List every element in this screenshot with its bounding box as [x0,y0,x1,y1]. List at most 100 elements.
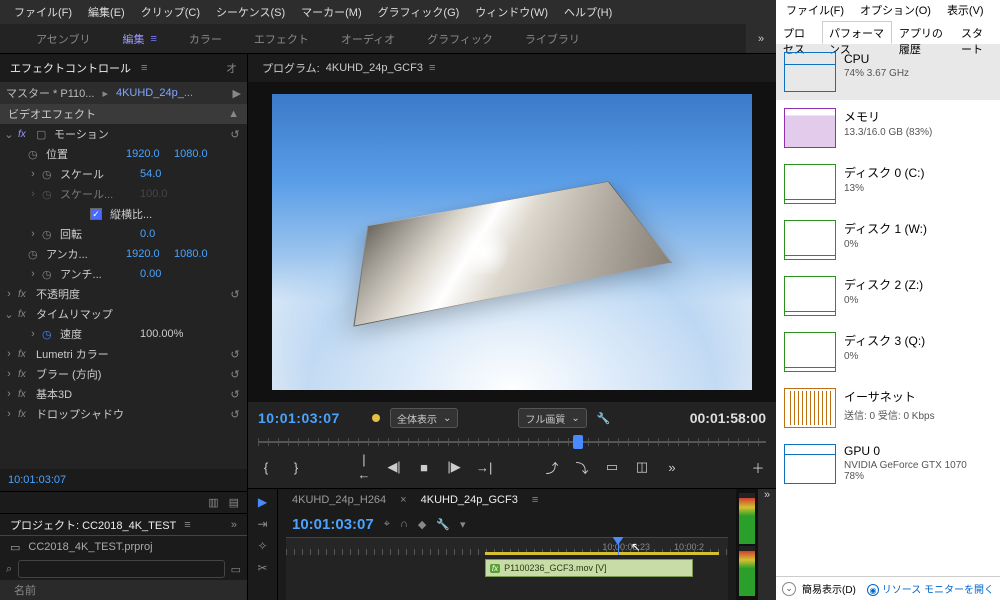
perf-item-disk[interactable]: ディスク 3 (Q:)0% [776,324,1000,380]
program-current-timecode[interactable]: 10:01:03:07 [258,410,362,426]
checkbox-icon[interactable]: ✓ [90,208,102,220]
button-editor-icon[interactable]: ＋ [750,458,766,477]
step-forward-icon[interactable]: |▶ [446,459,462,475]
tm-menu-file[interactable]: ファイル(F) [778,2,852,18]
stopwatch-icon[interactable]: ◷ [28,248,42,261]
workspace-tab-assembly[interactable]: アセンブリ [20,24,106,53]
selection-tool-icon[interactable]: ▶ [258,495,267,509]
panel-menu-icon[interactable]: ≡ [184,519,190,531]
program-monitor-view[interactable] [248,82,776,402]
menu-graphic[interactable]: グラフィック(G) [370,4,468,20]
stopwatch-icon[interactable]: ◷ [42,328,56,341]
track-select-tool-icon[interactable]: ⇥ [257,517,267,531]
tm-menu-view[interactable]: 表示(V) [939,2,992,18]
timeline-clip[interactable]: fxP1100236_GCF3.mov [V] [485,559,693,577]
prop-scale[interactable]: ›◷スケール54.0 [0,164,247,184]
perf-item-mem[interactable]: メモリ13.3/16.0 GB (83%) [776,100,1000,156]
column-header-name[interactable]: 名前 [0,580,247,600]
effect-blur[interactable]: ›fxブラー (方向)↺ [0,364,247,384]
reset-icon[interactable]: ↺ [227,368,243,381]
toggle-view-icon[interactable]: ▤ [229,496,239,509]
prop-anchor[interactable]: ◷アンカ...1920.01080.0 [0,244,247,264]
workspace-tab-edit[interactable]: 編集≡ [106,24,172,53]
workspace-tab-effects[interactable]: エフェクト [238,24,325,53]
perf-item-disk[interactable]: ディスク 1 (W:)0% [776,212,1000,268]
snap-icon[interactable]: ⌖ [384,518,390,531]
mark-in-icon[interactable]: { [258,460,274,475]
tab-performance[interactable]: パフォーマンス [822,21,892,44]
prop-rotation[interactable]: ›◷回転0.0 [0,224,247,244]
reset-icon[interactable]: ↺ [227,128,243,141]
stopwatch-icon[interactable]: ◷ [42,268,56,281]
settings-icon[interactable]: 🔧 [597,412,611,425]
marker-icon[interactable]: ◆ [418,518,426,531]
timeline-timecode[interactable]: 10:01:03:07 [292,516,374,533]
prop-position[interactable]: ◷位置1920.01080.0 [0,144,247,164]
linked-selection-icon[interactable]: ∩ [400,518,408,531]
master-clip-label[interactable]: マスター * P110... [6,85,94,101]
timeline-toggle-icon[interactable]: ▶ [233,87,241,100]
project-file-row[interactable]: ▭ CC2018_4K_TEST.prproj [0,536,247,558]
quality-select[interactable]: フル画質⌄ [518,408,586,428]
ripple-tool-icon[interactable]: ✧ [257,539,267,553]
tab-app-history[interactable]: アプリの履歴 [892,21,954,44]
panel-menu-icon[interactable]: ≡ [141,62,147,74]
toggle-view-icon[interactable]: ▥ [208,496,218,509]
reset-icon[interactable]: ↺ [227,348,243,361]
effect-basic3d[interactable]: ›fx基本3D↺ [0,384,247,404]
menu-help[interactable]: ヘルプ(H) [556,4,620,20]
go-to-in-icon[interactable]: |← [356,452,372,482]
overflow-icon[interactable]: » [231,519,237,531]
effect-timeremap[interactable]: ⌄fxタイムリマップ [0,304,247,324]
settings-icon[interactable]: ▾ [460,518,466,531]
overflow-icon[interactable]: » [664,460,680,475]
playhead-handle[interactable] [573,435,583,449]
program-scrubber[interactable] [258,434,766,450]
tab-processes[interactable]: プロセス [776,21,822,44]
go-to-out-icon[interactable]: →| [476,460,492,475]
bin-icon[interactable]: ▭ [231,563,241,576]
reset-icon[interactable]: ↺ [227,388,243,401]
effect-lumetri[interactable]: ›fxLumetri カラー↺ [0,344,247,364]
collapse-icon[interactable]: ⌄ [782,582,796,596]
effect-controls-timecode[interactable]: 10:01:03:07 [0,469,247,491]
mark-out-icon[interactable]: } [288,460,304,475]
workspace-tab-color[interactable]: カラー [173,24,238,53]
effect-opacity[interactable]: ›fx不透明度↺ [0,284,247,304]
project-panel-tab[interactable]: プロジェクト: CC2018_4K_TEST≡ » [0,514,247,536]
sequence-tab[interactable]: 4KUHD_24p_H264 [292,494,386,506]
reset-icon[interactable]: ↺ [227,288,243,301]
sequence-tab[interactable]: 4KUHD_24p_GCF3 [421,494,518,506]
workspace-tab-graphics[interactable]: グラフィック [411,24,509,53]
timeline-ruler[interactable]: 10:00:08:23 ↖ 10:00:2 [286,537,728,555]
audio-meters[interactable] [736,489,758,600]
stopwatch-icon[interactable]: ◷ [28,148,42,161]
menu-sequence[interactable]: シーケンス(S) [208,4,293,20]
sequence-clip-label[interactable]: 4KUHD_24p_... [116,87,193,99]
close-tab-icon[interactable]: × [400,494,406,506]
export-frame-icon[interactable]: ▭ [604,459,620,475]
lift-icon[interactable]: ⤴ [544,458,560,477]
zoom-select[interactable]: 全体表示⌄ [390,408,458,428]
timeline-overflow-button[interactable]: » [758,489,776,600]
play-icon[interactable]: ■ [416,460,432,475]
panel-menu-icon[interactable]: ≡ [532,494,538,506]
panel-menu-icon[interactable]: ≡ [429,62,435,74]
effect-motion[interactable]: ⌄fx▢モーション↺ [0,124,247,144]
timeline-tracks[interactable]: fxP1100236_GCF3.mov [V] [286,555,728,600]
reset-icon[interactable]: ↺ [227,408,243,421]
prop-antiflicker[interactable]: ›◷アンチ...0.00 [0,264,247,284]
step-back-icon[interactable]: ◀| [386,459,402,475]
menu-edit[interactable]: 編集(E) [80,4,133,20]
program-monitor-tab[interactable]: プログラム: 4KUHD_24p_GCF3 ≡ [248,54,776,82]
extract-icon[interactable]: ⤵ [574,458,590,477]
stopwatch-icon[interactable]: ◷ [42,168,56,181]
fewer-details-button[interactable]: 簡易表示(D) [802,581,856,596]
menu-window[interactable]: ウィンドウ(W) [467,4,556,20]
timeline-playhead[interactable] [618,538,619,555]
dropped-frames-icon[interactable] [372,414,380,422]
menu-clip[interactable]: クリップ(C) [133,4,208,20]
workspace-overflow-button[interactable]: » [746,24,776,53]
workspace-tab-audio[interactable]: オーディオ [325,24,411,53]
perf-item-net[interactable]: イーサネット送信: 0 受信: 0 Kbps [776,380,1000,436]
